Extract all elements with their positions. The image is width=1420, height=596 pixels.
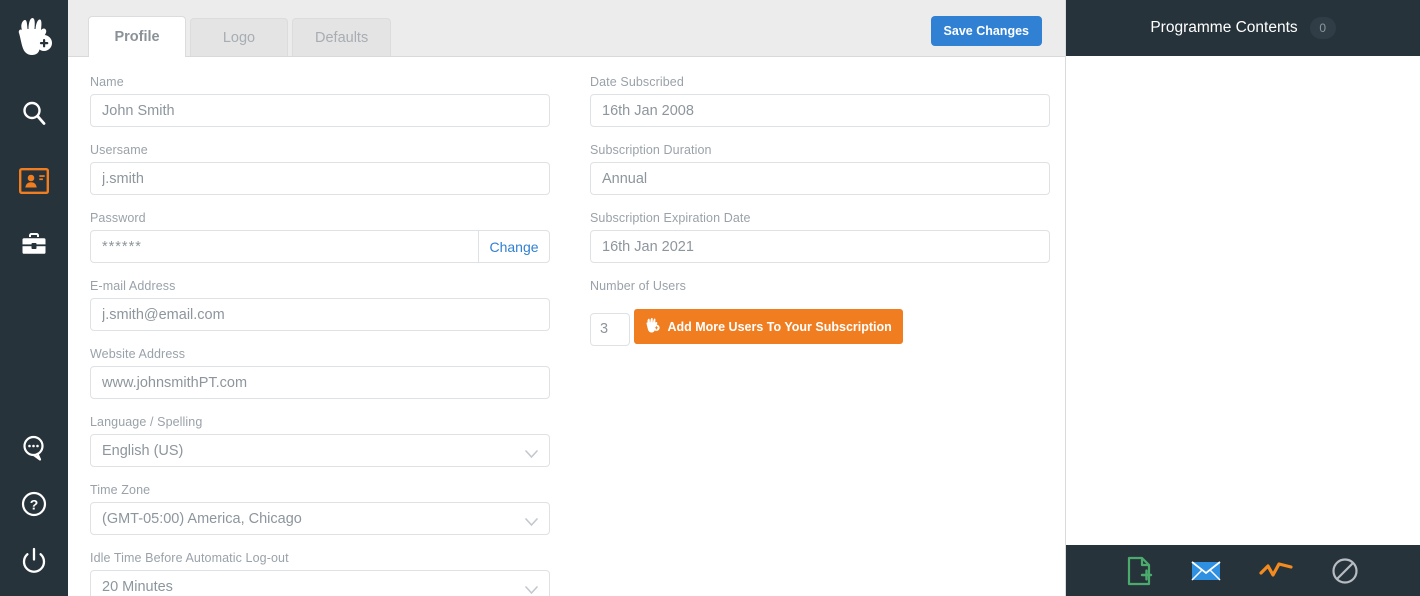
briefcase-icon[interactable]: [0, 220, 68, 270]
field-subscription-duration: Subscription Duration: [590, 143, 1050, 195]
main-content-area: Profile Logo Defaults Save Changes Name …: [68, 0, 1066, 596]
field-number-of-users: Number of Users 3 Add More Users To Your…: [590, 279, 1050, 346]
programme-contents-body: [1066, 56, 1420, 545]
profile-form: Name Usersame Password Change E-mail Add…: [68, 57, 1065, 596]
form-column-left: Name Usersame Password Change E-mail Add…: [90, 75, 550, 596]
timezone-select-wrap: [90, 502, 550, 535]
field-email: E-mail Address: [90, 279, 550, 331]
form-column-right: Date Subscribed Subscription Duration Su…: [590, 75, 1050, 596]
field-timezone: Time Zone: [90, 483, 550, 535]
change-password-button[interactable]: Change: [478, 230, 550, 263]
add-more-users-button[interactable]: Add More Users To Your Subscription: [634, 309, 903, 344]
left-icon-sidebar: ?: [0, 0, 68, 596]
field-website: Website Address: [90, 347, 550, 399]
password-input[interactable]: [90, 230, 478, 263]
field-idle-time-label: Idle Time Before Automatic Log-out: [90, 551, 289, 565]
field-name: Name: [90, 75, 550, 127]
tab-logo[interactable]: Logo: [190, 18, 288, 56]
svg-text:?: ?: [30, 497, 39, 513]
tab-profile[interactable]: Profile: [88, 16, 186, 57]
field-password-label: Password: [90, 211, 146, 225]
activity-chart-icon[interactable]: [1259, 561, 1293, 581]
field-expiration-date-label: Subscription Expiration Date: [590, 211, 751, 225]
field-date-subscribed: Date Subscribed: [590, 75, 1050, 127]
expiration-date-input[interactable]: [590, 230, 1050, 263]
sidebar-bottom-group: ?: [0, 420, 68, 588]
tab-defaults[interactable]: Defaults: [292, 18, 392, 56]
field-expiration-date: Subscription Expiration Date: [590, 211, 1050, 263]
add-more-users-label: Add More Users To Your Subscription: [667, 319, 892, 334]
field-password: Password Change: [90, 211, 550, 263]
save-changes-button[interactable]: Save Changes: [930, 16, 1042, 46]
envelope-icon[interactable]: [1191, 560, 1221, 582]
logo-hand-icon[interactable]: [0, 6, 68, 66]
programme-contents-toolbar: [1066, 545, 1420, 596]
website-input[interactable]: [90, 366, 550, 399]
tab-bar: Profile Logo Defaults Save Changes: [68, 0, 1065, 57]
field-language: Language / Spelling: [90, 415, 550, 467]
field-name-label: Name: [90, 75, 124, 89]
question-circle-icon[interactable]: ?: [0, 476, 68, 532]
field-subscription-duration-label: Subscription Duration: [590, 143, 712, 157]
power-icon[interactable]: [0, 532, 68, 588]
programme-contents-panel: Programme Contents 0: [1066, 0, 1420, 596]
date-subscribed-input[interactable]: [590, 94, 1050, 127]
field-username: Usersame: [90, 143, 550, 195]
search-icon[interactable]: [0, 88, 68, 138]
id-card-icon: [19, 168, 49, 194]
field-timezone-label: Time Zone: [90, 483, 151, 497]
programme-contents-header: Programme Contents 0: [1066, 0, 1420, 56]
tab-profile-label: Profile: [114, 28, 160, 45]
idle-time-select[interactable]: [90, 570, 550, 596]
field-idle-time: Idle Time Before Automatic Log-out: [90, 551, 550, 596]
username-input[interactable]: [90, 162, 550, 195]
number-of-users-input[interactable]: [590, 312, 630, 346]
sidebar-item-contacts[interactable]: [0, 156, 68, 206]
language-select-wrap: [90, 434, 550, 467]
field-email-label: E-mail Address: [90, 279, 176, 293]
subscription-duration-input[interactable]: [590, 162, 1050, 195]
hand-logo-icon: [645, 317, 661, 336]
password-row: Change: [90, 230, 550, 263]
idle-time-select-wrap: [90, 570, 550, 596]
timezone-select[interactable]: [90, 502, 550, 535]
field-website-label: Website Address: [90, 347, 186, 361]
application-window: ? Profile Logo Defaults Save Changes Nam…: [0, 0, 1420, 596]
page-title: Programme Contents: [1150, 19, 1298, 36]
tab-defaults-label: Defaults: [315, 29, 369, 46]
field-username-label: Usersame: [90, 143, 148, 157]
chat-bubble-icon[interactable]: [0, 420, 68, 476]
language-select[interactable]: [90, 434, 550, 467]
field-language-label: Language / Spelling: [90, 415, 203, 429]
field-date-subscribed-label: Date Subscribed: [590, 75, 684, 89]
name-input[interactable]: [90, 94, 550, 127]
tab-logo-label: Logo: [222, 29, 256, 46]
add-document-icon[interactable]: [1127, 556, 1153, 586]
field-number-of-users-label: Number of Users: [590, 279, 686, 293]
block-icon[interactable]: [1331, 557, 1359, 585]
status-badge: 0: [1309, 17, 1336, 39]
email-input[interactable]: [90, 298, 550, 331]
